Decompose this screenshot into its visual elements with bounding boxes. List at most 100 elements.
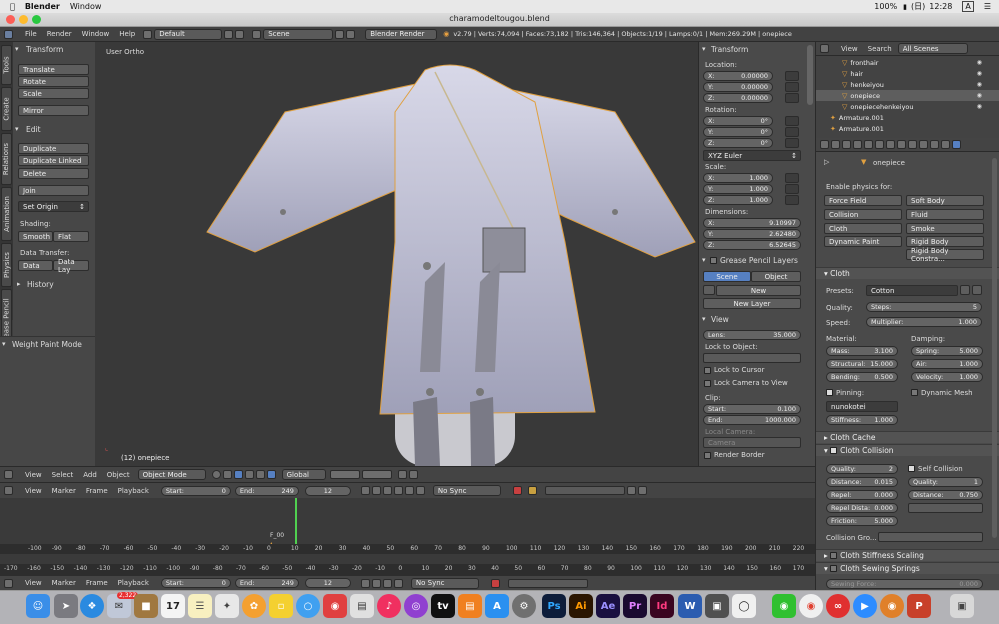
collision-group-field[interactable]: [878, 532, 983, 542]
screenshot-icon[interactable]: ▣: [705, 594, 729, 618]
collapse-arrow-icon[interactable]: ▾: [702, 315, 706, 323]
visibility-eye-icon[interactable]: ◉: [977, 81, 982, 88]
safari-icon[interactable]: ❖: [80, 594, 104, 618]
keying-set-field[interactable]: [507, 578, 588, 588]
line-icon[interactable]: ◉: [772, 594, 796, 618]
layers-grid-icon[interactable]: [329, 470, 360, 479]
local-camera-field[interactable]: Camera: [703, 437, 801, 448]
menu-window[interactable]: Window: [82, 30, 110, 38]
calendar-icon[interactable]: 17: [161, 594, 185, 618]
lock-to-cursor-checkbox[interactable]: [704, 367, 711, 374]
edit-panel-header[interactable]: Edit: [26, 125, 41, 134]
character-model[interactable]: [95, 42, 698, 466]
scale-z-field[interactable]: Z: 1.000: [703, 195, 773, 205]
view-header[interactable]: View: [711, 315, 729, 324]
render-border-checkbox[interactable]: [704, 452, 711, 459]
keying-set-field[interactable]: [544, 486, 625, 495]
menu-view[interactable]: View: [25, 579, 42, 587]
messages-icon[interactable]: ○: [296, 594, 320, 618]
new-layer-button[interactable]: New Layer: [703, 298, 801, 309]
editor-type-icon[interactable]: [820, 44, 829, 53]
shading-mode-icon[interactable]: [211, 470, 221, 479]
rotation-y-field[interactable]: Y: 0°: [703, 127, 773, 137]
collapse-arrow-icon[interactable]: ▾: [702, 45, 706, 53]
record-icon[interactable]: [512, 486, 522, 495]
outliner-row[interactable]: ▽ onepiece ◉: [816, 90, 999, 101]
blender-icon[interactable]: ◉: [880, 594, 904, 618]
launchpad-icon[interactable]: ➤: [54, 594, 78, 618]
orientation-selector[interactable]: Global: [281, 469, 326, 480]
visibility-eye-icon[interactable]: ◉: [977, 103, 982, 110]
maps-icon[interactable]: ✦: [215, 594, 239, 618]
outliner-row[interactable]: ▽ onepiecehenkeiyou ◉: [816, 101, 999, 112]
menu-render[interactable]: Render: [47, 30, 72, 38]
mac-battery[interactable]: 100%: [874, 2, 897, 11]
cloth-cache-header[interactable]: ▸ Cloth Cache: [816, 431, 999, 443]
visibility-eye-icon[interactable]: ◉: [977, 70, 982, 77]
delete-key-icon[interactable]: [637, 486, 647, 495]
system-preferences-icon[interactable]: ⚙: [512, 594, 536, 618]
self-collision-group-field[interactable]: [908, 503, 983, 513]
menu-playback[interactable]: Playback: [118, 579, 149, 587]
collapse-arrow-icon[interactable]: ▾: [15, 45, 19, 53]
photo-booth-icon[interactable]: ◉: [323, 594, 347, 618]
word-icon[interactable]: W: [678, 594, 702, 618]
cloth-button[interactable]: Cloth: [824, 223, 902, 234]
bending-field[interactable]: Bending: 0.500: [826, 372, 898, 382]
outliner-menu-view[interactable]: View: [841, 45, 858, 53]
history-panel-header[interactable]: History: [27, 280, 54, 289]
lens-field[interactable]: Lens: 35.000: [703, 330, 801, 340]
stickies-icon[interactable]: ▫: [269, 594, 293, 618]
spring-damping-field[interactable]: Spring: 5.000: [911, 346, 983, 356]
mac-app-name[interactable]: Blender: [25, 2, 60, 11]
collision-quality-field[interactable]: Quality: 2: [826, 464, 898, 474]
lock-icon[interactable]: [785, 127, 799, 137]
tv-icon[interactable]: tv: [431, 594, 455, 618]
play-reverse-icon[interactable]: [382, 486, 392, 495]
object-tab-icon[interactable]: [875, 140, 884, 149]
zoom-icon[interactable]: ▶: [853, 594, 877, 618]
keying-set-icon[interactable]: [527, 486, 537, 495]
menu-marker[interactable]: Marker: [52, 579, 76, 587]
dimension-x-field[interactable]: X: 9.10997: [703, 218, 801, 228]
jump-start-icon[interactable]: [360, 486, 370, 495]
rotation-mode-dropdown[interactable]: XYZ Euler ↕: [703, 150, 801, 161]
clip-end-field[interactable]: End: 1000.000: [703, 415, 801, 425]
force-field-button[interactable]: Force Field: [824, 195, 902, 206]
menu-view[interactable]: View: [25, 471, 42, 479]
secondary-ruler[interactable]: -170 -160 -150 -140 -130 -120 -110 -100 -90 -80 -7…: [0, 564, 815, 576]
lock-icon[interactable]: [785, 71, 799, 81]
notes-icon[interactable]: ☰: [188, 594, 212, 618]
outliner-scope-selector[interactable]: All Scenes: [897, 43, 968, 54]
cloth-collision-header[interactable]: ▾ Cloth Collision: [816, 444, 999, 456]
physics-tab-icon[interactable]: [952, 140, 961, 149]
dynamic-mesh-checkbox[interactable]: [911, 389, 918, 396]
repel-distance-field[interactable]: Repel Dista: 0.000: [826, 503, 898, 513]
lock-icon[interactable]: [785, 184, 799, 194]
ibooks-icon[interactable]: ▤: [458, 594, 482, 618]
cloth-collision-checkbox[interactable]: [830, 447, 838, 454]
menu-object[interactable]: Object: [107, 471, 130, 479]
mode-selector[interactable]: Object Mode: [137, 469, 206, 480]
structural-field[interactable]: Structural: 15.000: [826, 359, 898, 369]
repel-field[interactable]: Repel: 0.000: [826, 490, 898, 500]
tab-relations[interactable]: Relations: [1, 133, 12, 185]
collapse-arrow-icon[interactable]: ▾: [15, 125, 19, 133]
premiere-icon[interactable]: Pr: [623, 594, 647, 618]
scrollbar[interactable]: [992, 158, 997, 538]
current-frame-indicator[interactable]: [295, 498, 297, 544]
scene-remove-icon[interactable]: [346, 29, 356, 39]
start-frame-field[interactable]: Start: 0: [160, 485, 231, 496]
app-store-icon[interactable]: A: [485, 594, 509, 618]
cloth-section-header[interactable]: ▾ Cloth: [816, 267, 999, 279]
layout-remove-icon[interactable]: [235, 29, 245, 39]
modifiers-tab-icon[interactable]: [897, 140, 906, 149]
render-preview-icon[interactable]: [408, 470, 418, 479]
fluid-button[interactable]: Fluid: [906, 209, 984, 220]
mac-time[interactable]: 12:28: [929, 2, 952, 11]
manipulator-icon[interactable]: [233, 470, 243, 479]
lock-icon[interactable]: [785, 195, 799, 205]
scale-x-field[interactable]: X: 1.000: [703, 173, 773, 183]
collision-button[interactable]: Collision: [824, 209, 902, 220]
scale-button[interactable]: Scale: [18, 88, 89, 99]
